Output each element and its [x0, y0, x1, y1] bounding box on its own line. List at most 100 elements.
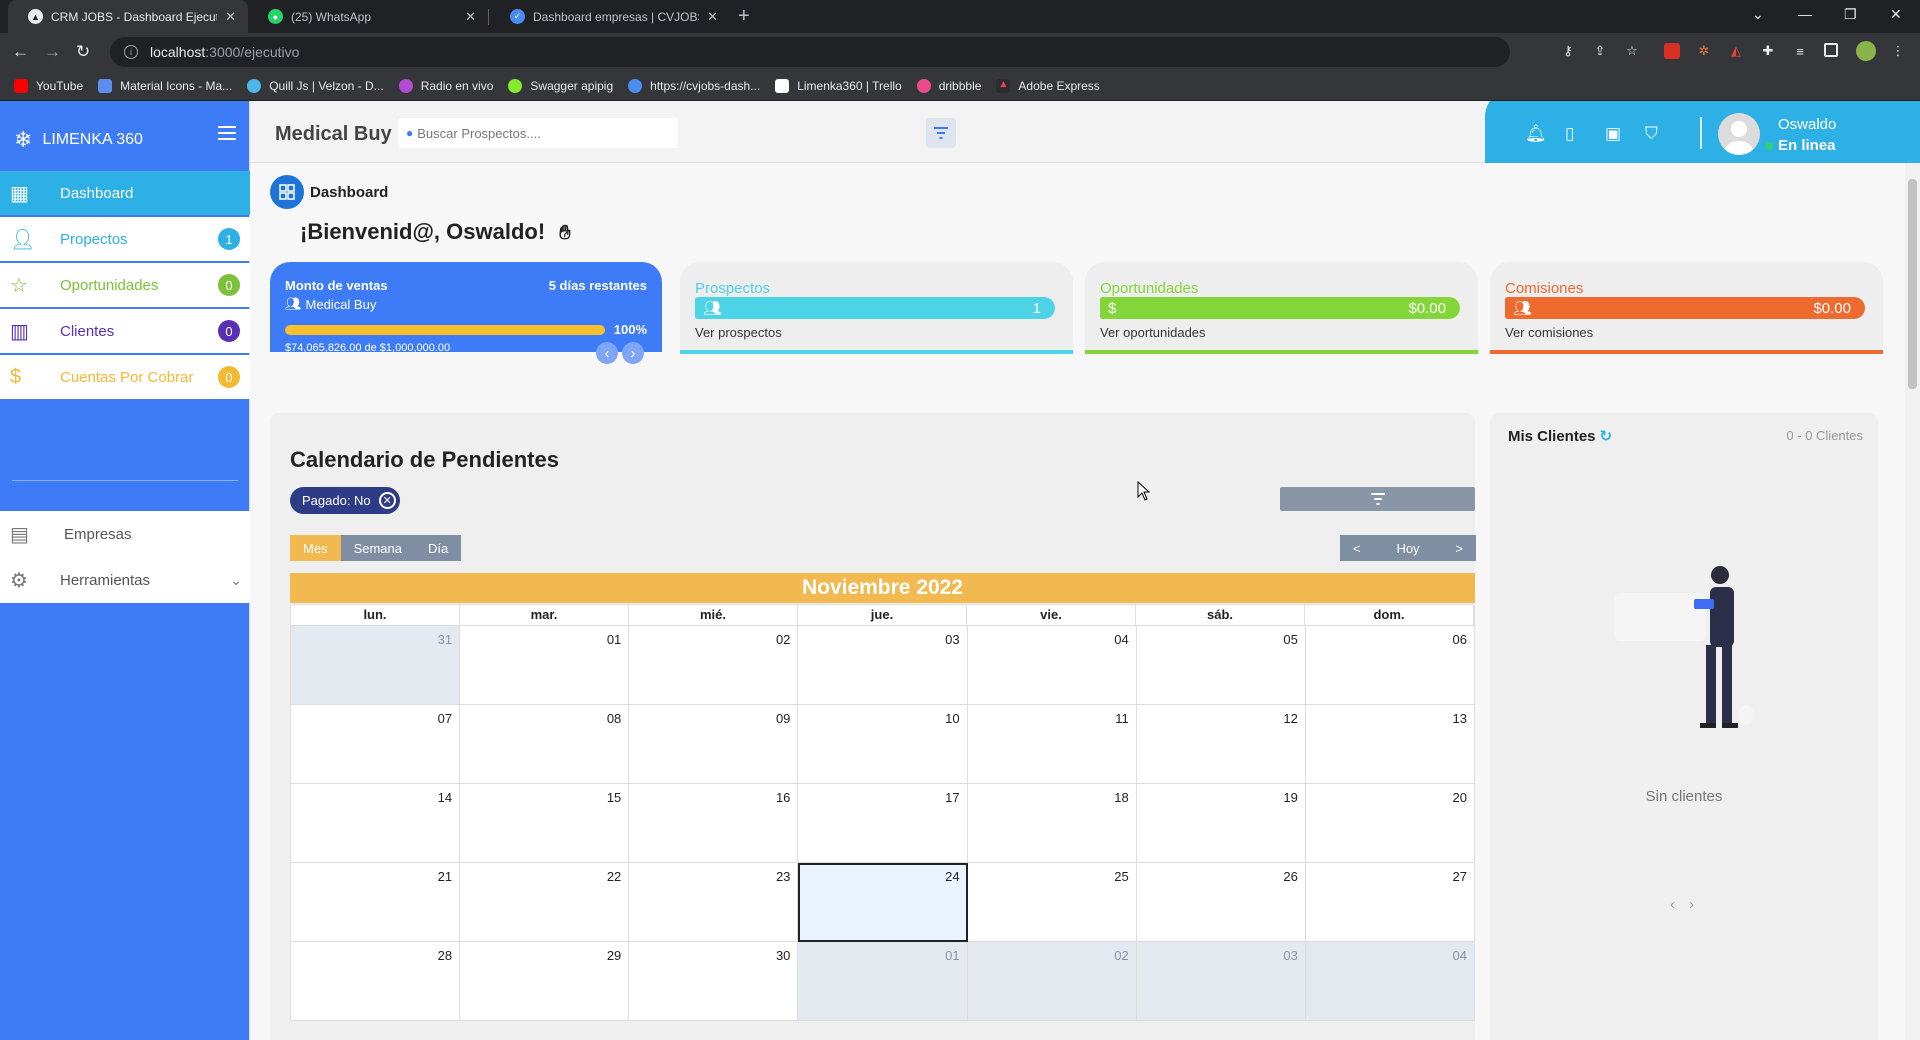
bookmark-youtube[interactable]: YouTube: [14, 78, 83, 93]
back-icon[interactable]: ←: [12, 42, 29, 62]
refresh-icon[interactable]: ↻: [1600, 427, 1613, 445]
bookmark-radio[interactable]: Radio en vivo: [398, 78, 493, 93]
filter-button[interactable]: [926, 118, 956, 148]
calendar-next-button[interactable]: >: [1455, 541, 1463, 556]
chevron-down-icon[interactable]: ⌄: [230, 572, 242, 589]
calendar-day-cell[interactable]: 31: [291, 626, 461, 705]
calendar-day-cell[interactable]: 23: [629, 863, 799, 942]
media-queue-icon[interactable]: ≡: [1792, 43, 1808, 59]
kpi-card-oportunidades[interactable]: Oportunidades $ $0.00 Ver oportunidades: [1085, 262, 1478, 354]
calendar-day-cell[interactable]: 12: [1136, 705, 1306, 784]
ver-comisiones-link[interactable]: Ver comisiones: [1505, 325, 1593, 340]
sales-prev-button[interactable]: ‹: [596, 342, 618, 364]
calendar-day-cell[interactable]: 26: [1136, 863, 1306, 942]
new-tab-icon[interactable]: +: [738, 5, 750, 28]
restore-icon[interactable]: ❐: [1844, 6, 1857, 23]
calendar-day-cell[interactable]: 10: [798, 705, 968, 784]
calendar-day-cell[interactable]: 06: [1305, 626, 1475, 705]
calendar-day-cell[interactable]: 09: [629, 705, 799, 784]
calendar-day-cell[interactable]: 02: [967, 942, 1137, 1021]
browser-menu-icon[interactable]: ⋮: [1890, 43, 1906, 59]
calendar-prev-button[interactable]: <: [1353, 541, 1361, 556]
calendar-day-cell[interactable]: 07: [291, 705, 461, 784]
calendar-day-cell[interactable]: 03: [1136, 942, 1306, 1021]
calendar-day-cell[interactable]: 08: [460, 705, 630, 784]
password-key-icon[interactable]: ⚷: [1560, 43, 1576, 59]
bookmark-quill[interactable]: Quill Js | Velzon - D...: [247, 78, 384, 93]
calendar-day-cell[interactable]: 15: [460, 784, 630, 863]
calendar-day-cell[interactable]: 11: [967, 705, 1137, 784]
calendar-today-button[interactable]: Hoy: [1396, 541, 1419, 556]
address-bar[interactable]: i localhost:3000/ejecutivo: [110, 37, 1510, 67]
extension-gear-icon[interactable]: ✲: [1696, 43, 1712, 59]
sidebar-item-oportunidades[interactable]: ☆ Oportunidades 0: [0, 263, 250, 307]
calendar-day-cell[interactable]: 01: [798, 942, 968, 1021]
calendar-day-cell[interactable]: 16: [629, 784, 799, 863]
view-month-button[interactable]: Mes: [290, 535, 341, 561]
sales-next-button[interactable]: ›: [622, 342, 644, 364]
calendar-day-cell[interactable]: 01: [460, 626, 630, 705]
browser-tab-whatsapp[interactable]: ● (25) WhatsApp ✕: [248, 0, 488, 33]
view-day-button[interactable]: Día: [414, 535, 462, 561]
calendar-day-cell[interactable]: 17: [798, 784, 968, 863]
remove-filter-icon[interactable]: ✕: [378, 492, 396, 509]
sidebar-item-empresas[interactable]: ▤ Empresas: [0, 511, 250, 557]
sidebar-item-herramientas[interactable]: ⚙ Herramientas ⌄: [0, 557, 250, 603]
calendar-day-cell[interactable]: 28: [291, 942, 461, 1021]
calendar-day-cell[interactable]: 30: [629, 942, 799, 1021]
bookmark-dribbble[interactable]: dribbble: [916, 78, 981, 93]
calendar-day-cell[interactable]: 22: [460, 863, 630, 942]
close-tab-icon[interactable]: ✕: [707, 9, 718, 25]
bookmark-trello[interactable]: Limenka360 | Trello: [775, 78, 902, 93]
kpi-card-prospectos[interactable]: Prospectos 👥︎ 1 Ver prospectos: [680, 262, 1073, 354]
clients-next-button[interactable]: ›: [1689, 896, 1694, 913]
browser-tab-crm[interactable]: ▲ CRM JOBS - Dashboard Ejecutivo ✕: [8, 0, 248, 33]
ver-oportunidades-link[interactable]: Ver oportunidades: [1100, 325, 1206, 340]
search-input[interactable]: Buscar Prospectos....: [417, 126, 541, 141]
calendar-day-cell[interactable]: 05: [1136, 626, 1306, 705]
ver-prospectos-link[interactable]: Ver prospectos: [695, 325, 782, 340]
view-week-button[interactable]: Semana: [340, 535, 415, 561]
site-info-icon[interactable]: i: [124, 45, 138, 59]
calendar-day-cell[interactable]: 27: [1305, 863, 1475, 942]
extension-red-icon[interactable]: [1664, 43, 1680, 59]
calendar-day-cell[interactable]: 03: [798, 626, 968, 705]
calendar-day-cell[interactable]: 02: [629, 626, 799, 705]
clients-prev-button[interactable]: ‹: [1670, 896, 1675, 913]
bookmark-material-icons[interactable]: Material Icons - Ma...: [98, 78, 232, 93]
bell-icon[interactable]: 🔔︎: [1525, 124, 1547, 144]
bookmark-swagger[interactable]: Swagger apipig: [508, 78, 613, 93]
forward-icon[interactable]: →: [44, 42, 61, 62]
notes-icon[interactable]: ▯: [1565, 124, 1574, 144]
reload-icon[interactable]: ↻: [76, 42, 90, 62]
calendar-day-today[interactable]: 24: [798, 863, 968, 942]
hamburger-menu-icon[interactable]: [218, 126, 236, 144]
browser-tab-cvjobs[interactable]: ✓ Dashboard empresas | CVJOBS ✕: [490, 0, 730, 33]
tab-search-icon[interactable]: ⌄: [1752, 6, 1764, 23]
bookmark-cvjobs[interactable]: https://cvjobs-dash...: [628, 78, 760, 93]
share-icon[interactable]: ⇪: [1592, 43, 1608, 59]
search-box[interactable]: ● Buscar Prospectos....: [398, 118, 678, 148]
bookmark-star-icon[interactable]: ☆: [1624, 43, 1640, 59]
profile-avatar-icon[interactable]: [1856, 41, 1876, 61]
sidebar-item-clientes[interactable]: ▥ Clientes 0: [0, 309, 250, 353]
calendar-day-cell[interactable]: 19: [1136, 784, 1306, 863]
basket-icon[interactable]: ⛉: [1645, 124, 1658, 144]
page-scrollbar[interactable]: [1905, 163, 1920, 1040]
close-tab-icon[interactable]: ✕: [225, 9, 236, 25]
calendar-day-cell[interactable]: 21: [291, 863, 461, 942]
close-tab-icon[interactable]: ✕: [465, 9, 476, 25]
kpi-card-comisiones[interactable]: Comisiones 👥︎ $0.00 Ver comisiones: [1490, 262, 1883, 354]
sidebar-item-cuentas-por-cobrar[interactable]: $ Cuentas Por Cobrar 0: [0, 355, 250, 399]
scrollbar-thumb[interactable]: [1908, 179, 1917, 389]
calendar-day-cell[interactable]: 13: [1305, 705, 1475, 784]
calendar-day-cell[interactable]: 29: [460, 942, 630, 1021]
bookmark-adobe-express[interactable]: ▲ Adobe Express: [996, 78, 1100, 93]
calendar-day-cell[interactable]: 18: [967, 784, 1137, 863]
calendar-day-cell[interactable]: 04: [1305, 942, 1475, 1021]
side-panel-icon[interactable]: [1824, 43, 1838, 57]
pdf-extension-icon[interactable]: ◭: [1728, 43, 1744, 59]
calendar-day-cell[interactable]: 04: [967, 626, 1137, 705]
calendar-day-cell[interactable]: 25: [967, 863, 1137, 942]
sidebar-item-dashboard[interactable]: ▦ Dashboard: [0, 171, 250, 215]
